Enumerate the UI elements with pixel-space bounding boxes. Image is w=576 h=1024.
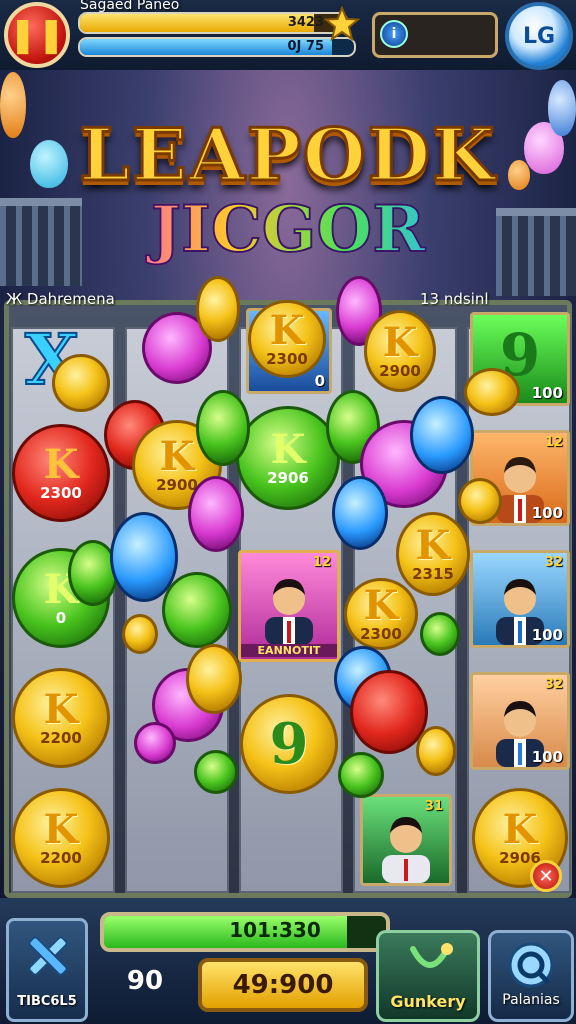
coin-gold-small[interactable] (416, 726, 456, 776)
slingshot-icon (410, 943, 453, 968)
search-icon (508, 942, 554, 988)
coin-blue-side[interactable] (410, 396, 474, 474)
crossed-tools-icon (28, 936, 68, 976)
tile-corner: 31 (424, 799, 443, 814)
portrait-tile-featured[interactable]: 12 EANNOTIT (238, 550, 340, 662)
coin-green-side[interactable] (196, 390, 250, 466)
portrait-tile[interactable]: 32 100 (470, 672, 570, 770)
tile-corner: 12 (544, 435, 563, 450)
coin-gold-small[interactable] (458, 478, 502, 524)
coin-gold-small[interactable] (464, 368, 520, 416)
palanias-label: Palanias (502, 992, 560, 1008)
coin-gold-small[interactable] (122, 614, 158, 654)
blue-bar-value: 0J 75 (287, 39, 325, 54)
portrait-tile[interactable]: 32 100 (470, 550, 570, 648)
portrait-tile[interactable]: 31 (360, 794, 452, 886)
coin-gold-side[interactable] (186, 644, 242, 714)
tile-corner: 12 (312, 555, 331, 570)
pause-button[interactable]: ❚❚ (4, 2, 70, 68)
pause-icon: ❚❚ (8, 15, 66, 55)
person-portrait-icon (382, 817, 430, 883)
tile-value: 100 (531, 626, 563, 644)
coin-pink-small[interactable] (134, 722, 176, 764)
coin-pink-side[interactable] (188, 476, 244, 552)
coin-green-small[interactable] (194, 750, 238, 794)
coin-green-small[interactable] (420, 612, 460, 656)
tile-value: 0 (314, 372, 325, 390)
tools-label: TIBC6L5 (17, 994, 77, 1009)
blue-bar: 0J 75 (78, 37, 356, 57)
coin-green-small[interactable] (338, 752, 384, 798)
palanias-button[interactable] (488, 930, 574, 1022)
tile-corner: 32 (544, 677, 563, 692)
coin-gold[interactable]: K 2300 (248, 300, 326, 378)
gunkery-label: Gunkery (390, 992, 466, 1011)
game-title: LEAPODK (78, 111, 497, 199)
coin-gold[interactable] (52, 354, 110, 412)
coin-red[interactable]: K 2300 (12, 424, 110, 522)
person-portrait-icon (265, 579, 313, 645)
tile-caption: EANNOTIT (241, 644, 337, 657)
tile-value: 100 (531, 748, 563, 766)
star-icon (324, 6, 360, 42)
tile-corner: 32 (544, 555, 563, 570)
coin-gold[interactable]: K 2900 (364, 310, 436, 392)
coin-gold[interactable]: K 2300 (344, 578, 418, 650)
level-badge[interactable]: LG (505, 2, 573, 70)
board-label-right: 13 ndsinl (420, 290, 489, 308)
tile-value: 100 (531, 384, 563, 402)
gold-bar-value: 3423 (287, 15, 324, 30)
coin-gold-small[interactable] (196, 276, 240, 342)
count-value: 90 (126, 966, 164, 996)
coin-gold-nine[interactable]: 9 (240, 694, 338, 794)
close-icon[interactable]: ✕ (530, 860, 562, 892)
gold-bar: 3423 (78, 12, 348, 34)
coin-green[interactable] (162, 572, 232, 648)
game-subtitle: JICGOR (0, 191, 576, 268)
coin-green-large[interactable]: K 2906 (236, 406, 340, 510)
coin-gold[interactable]: K 2200 (12, 668, 110, 768)
coin-gold[interactable]: K 2200 (12, 788, 110, 888)
tile-value: 100 (531, 504, 563, 522)
coin-gold[interactable]: K 2315 (396, 512, 470, 596)
gold-bar-fill (80, 14, 315, 32)
board-label-left: Ж Dahremena (6, 290, 115, 308)
info-icon[interactable]: i (380, 20, 408, 48)
coin-blue-side[interactable] (332, 476, 388, 550)
bet-button[interactable]: 49:900 (198, 958, 368, 1012)
